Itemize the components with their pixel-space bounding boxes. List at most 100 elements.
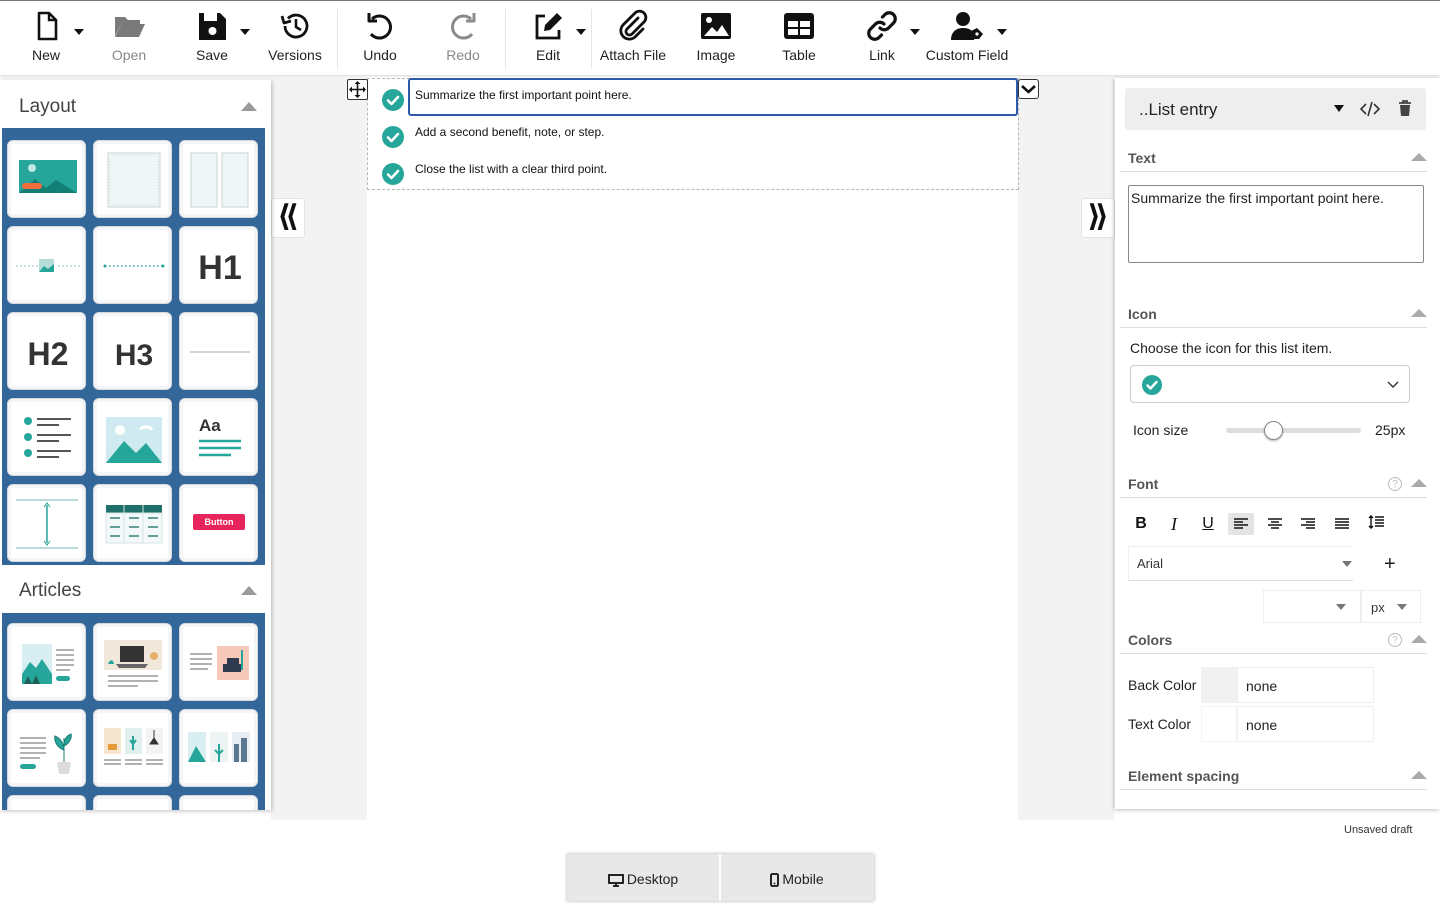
list-item-text[interactable]: Add a second benefit, note, or step. bbox=[415, 125, 604, 139]
list-item[interactable]: Add a second benefit, note, or step. bbox=[378, 119, 1008, 149]
table-button[interactable]: Table bbox=[756, 7, 842, 67]
custom-field-label: Custom Field bbox=[925, 47, 1009, 63]
undo-button[interactable]: Undo bbox=[337, 7, 423, 67]
trash-icon[interactable] bbox=[1398, 100, 1412, 117]
collapse-triangle-icon[interactable] bbox=[1411, 771, 1427, 779]
article-template-tile[interactable] bbox=[93, 709, 172, 787]
heading-2-block[interactable]: H2 bbox=[7, 312, 86, 390]
collapse-right-panel-button[interactable]: ⟫ bbox=[1081, 198, 1115, 238]
line-height-button[interactable] bbox=[1363, 510, 1389, 532]
save-dropdown-caret[interactable] bbox=[240, 29, 250, 35]
container-block[interactable] bbox=[93, 140, 172, 218]
list-item[interactable]: Close the list with a clear third point. bbox=[378, 156, 1008, 186]
mobile-view-button[interactable]: Mobile bbox=[721, 854, 873, 901]
button-block[interactable]: Button bbox=[179, 484, 258, 562]
dotted-divider-block[interactable] bbox=[93, 226, 172, 304]
edit-button[interactable]: Edit bbox=[505, 7, 591, 67]
font-section-header[interactable]: Font ? bbox=[1120, 474, 1427, 498]
text-field[interactable]: Summarize the first important point here… bbox=[1128, 185, 1424, 263]
layout-section-header[interactable]: Layout bbox=[0, 82, 267, 130]
article-template-tile[interactable] bbox=[93, 795, 172, 810]
font-size-input[interactable] bbox=[1263, 590, 1361, 623]
collapse-triangle-icon[interactable] bbox=[1411, 153, 1427, 161]
collapse-triangle-icon[interactable] bbox=[1411, 635, 1427, 643]
articles-section-header[interactable]: Articles bbox=[0, 566, 267, 614]
bold-button[interactable]: B bbox=[1128, 513, 1154, 535]
attach-file-button[interactable]: Attach File bbox=[590, 7, 676, 67]
icon-select[interactable] bbox=[1130, 365, 1410, 403]
button-block-graphic: Button bbox=[193, 514, 245, 530]
check-circle-icon bbox=[1142, 375, 1162, 395]
align-center-button[interactable] bbox=[1262, 513, 1288, 535]
save-button[interactable]: Save bbox=[169, 7, 255, 67]
text-section-header[interactable]: Text bbox=[1120, 148, 1427, 172]
new-button[interactable]: New bbox=[3, 7, 89, 67]
chevron-down-icon[interactable] bbox=[1018, 79, 1039, 99]
list-item-text[interactable]: Close the list with a clear third point. bbox=[415, 162, 607, 176]
collapse-triangle-icon[interactable] bbox=[1411, 479, 1427, 487]
article-template-tile[interactable] bbox=[7, 795, 86, 810]
selected-item-outline bbox=[408, 78, 1018, 116]
add-font-button[interactable]: + bbox=[1384, 553, 1396, 576]
custom-field-button[interactable]: Custom Field bbox=[924, 7, 1010, 67]
versions-button[interactable]: Versions bbox=[252, 7, 338, 67]
code-icon[interactable] bbox=[1360, 101, 1380, 117]
desktop-view-button[interactable]: Desktop bbox=[567, 854, 719, 901]
text-color-swatch[interactable] bbox=[1201, 706, 1237, 742]
table-block[interactable] bbox=[93, 484, 172, 562]
font-unit-select[interactable]: px bbox=[1361, 590, 1421, 623]
help-icon[interactable]: ? bbox=[1388, 477, 1402, 491]
slider-handle[interactable] bbox=[1264, 421, 1283, 440]
redo-button[interactable]: Redo bbox=[420, 7, 506, 67]
link-dropdown-caret[interactable] bbox=[910, 29, 920, 35]
link-button[interactable]: Link bbox=[839, 7, 925, 67]
image-banner-block[interactable] bbox=[7, 140, 86, 218]
font-family-select[interactable]: Arial bbox=[1128, 546, 1353, 581]
checklist-block-tile[interactable] bbox=[7, 398, 86, 476]
article-template-tile[interactable] bbox=[179, 709, 258, 787]
image-mountain-icon bbox=[106, 417, 162, 463]
collapse-triangle-icon[interactable] bbox=[241, 586, 257, 595]
image-divider-block[interactable] bbox=[7, 226, 86, 304]
element-dropdown-caret[interactable] bbox=[1334, 105, 1344, 112]
heading-1-block[interactable]: H1 bbox=[179, 226, 258, 304]
new-dropdown-caret[interactable] bbox=[74, 29, 84, 35]
spacer-block[interactable] bbox=[7, 484, 86, 562]
open-button[interactable]: Open bbox=[86, 7, 172, 67]
line-divider-block[interactable] bbox=[179, 312, 258, 390]
text-block[interactable]: Aa bbox=[179, 398, 258, 476]
folder-open-icon bbox=[115, 17, 145, 37]
article-template-tile[interactable] bbox=[7, 709, 86, 787]
image-button[interactable]: Image bbox=[673, 7, 759, 67]
element-spacing-section-header[interactable]: Element spacing bbox=[1120, 766, 1427, 790]
custom-field-dropdown-caret[interactable] bbox=[997, 29, 1007, 35]
back-color-swatch[interactable] bbox=[1201, 667, 1237, 703]
icon-size-slider[interactable] bbox=[1226, 421, 1361, 440]
two-columns-block[interactable] bbox=[179, 140, 258, 218]
collapse-left-panel-button[interactable]: ⟪ bbox=[271, 198, 305, 238]
move-handle-icon[interactable] bbox=[347, 79, 368, 100]
justify-button[interactable] bbox=[1329, 513, 1355, 535]
text-color-input[interactable]: none bbox=[1237, 706, 1374, 742]
image-block[interactable] bbox=[93, 398, 172, 476]
icon-section-header[interactable]: Icon bbox=[1120, 304, 1427, 328]
italic-button[interactable]: I bbox=[1161, 513, 1187, 535]
article-template-tile[interactable] bbox=[7, 623, 86, 701]
underline-button[interactable]: U bbox=[1195, 513, 1221, 535]
align-right-button[interactable] bbox=[1295, 513, 1321, 535]
element-selector[interactable]: ..List entry bbox=[1125, 88, 1426, 130]
collapse-triangle-icon[interactable] bbox=[241, 102, 257, 111]
collapse-triangle-icon[interactable] bbox=[1411, 309, 1427, 317]
colors-section-header[interactable]: Colors ? bbox=[1120, 630, 1427, 654]
article-template-tile[interactable] bbox=[93, 623, 172, 701]
edit-dropdown-caret[interactable] bbox=[576, 29, 586, 35]
heading-3-block[interactable]: H3 bbox=[93, 312, 172, 390]
align-center-icon bbox=[1268, 518, 1282, 529]
help-icon[interactable]: ? bbox=[1388, 633, 1402, 647]
icon-size-value: 25px bbox=[1375, 422, 1406, 438]
back-color-input[interactable]: none bbox=[1237, 667, 1374, 703]
align-left-button[interactable] bbox=[1228, 513, 1254, 535]
article-template-tile[interactable] bbox=[179, 623, 258, 701]
text-block-graphic: Aa bbox=[199, 416, 241, 457]
article-template-tile[interactable] bbox=[179, 795, 258, 810]
